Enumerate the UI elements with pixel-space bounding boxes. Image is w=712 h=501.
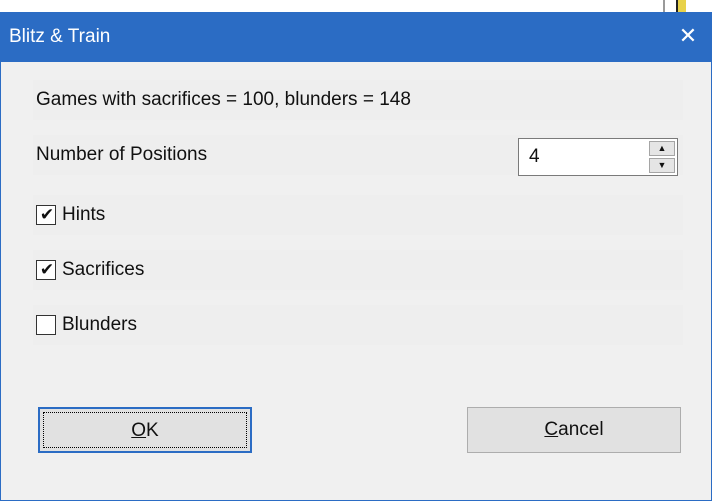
positions-value[interactable]: 4	[529, 139, 540, 175]
background-icon	[676, 0, 686, 12]
up-arrow-icon: ▲	[657, 143, 667, 153]
blunders-row: Blunders	[33, 305, 683, 345]
check-icon: ✔	[39, 260, 55, 279]
sacrifices-row: ✔ Sacrifices	[33, 250, 683, 290]
positions-row: Number of Positions 4 ▲ ▼	[33, 135, 683, 176]
hints-checkbox[interactable]: ✔	[36, 205, 56, 225]
games-info-text: Games with sacrifices = 100, blunders = …	[36, 89, 411, 110]
sacrifices-checkbox[interactable]: ✔	[36, 260, 56, 280]
blunders-checkbox[interactable]	[36, 315, 56, 335]
cancel-mnemonic: C	[544, 419, 559, 440]
blunders-label[interactable]: Blunders	[62, 314, 137, 336]
positions-label: Number of Positions	[36, 144, 208, 165]
cancel-button[interactable]: Cancel	[467, 407, 681, 453]
positions-spinner[interactable]: 4 ▲ ▼	[518, 138, 678, 176]
sacrifices-label[interactable]: Sacrifices	[62, 259, 144, 281]
games-info-row: Games with sacrifices = 100, blunders = …	[33, 80, 683, 120]
window-title: Blitz & Train	[9, 26, 111, 47]
hints-row: ✔ Hints	[33, 195, 683, 235]
hints-checkbox-control[interactable]: ✔ Hints	[33, 195, 105, 235]
spin-up-button[interactable]: ▲	[649, 141, 675, 156]
background-divider	[663, 0, 665, 12]
down-arrow-icon: ▼	[657, 160, 667, 170]
close-icon: ✕	[678, 23, 698, 48]
blunders-checkbox-control[interactable]: Blunders	[33, 305, 137, 345]
background-window-strip	[0, 0, 712, 12]
hints-label[interactable]: Hints	[62, 204, 105, 226]
close-button[interactable]: ✕	[665, 12, 711, 62]
check-icon: ✔	[39, 205, 55, 224]
focus-rectangle	[43, 412, 247, 448]
spin-down-button[interactable]: ▼	[649, 158, 675, 173]
sacrifices-checkbox-control[interactable]: ✔ Sacrifices	[33, 250, 144, 290]
cancel-label-rest: ancel	[558, 419, 604, 440]
title-bar[interactable]: Blitz & Train ✕	[1, 12, 711, 62]
ok-button[interactable]: OK	[38, 407, 252, 453]
